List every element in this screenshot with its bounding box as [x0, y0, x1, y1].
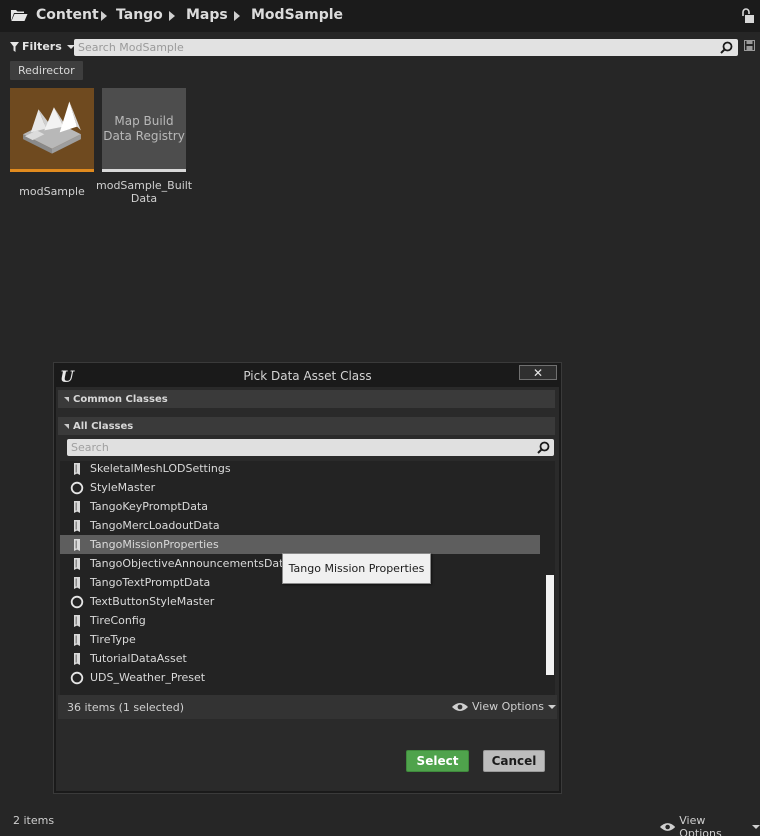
scrollbar-thumb[interactable]	[546, 575, 554, 675]
dialog-view-options-button[interactable]: View Options	[452, 700, 557, 713]
class-list-item[interactable]: TutorialDataAsset	[60, 649, 540, 668]
folder-open-icon[interactable]	[10, 8, 28, 22]
filters-button[interactable]: Filters	[10, 40, 75, 53]
class-list-item[interactable]: SkeletalMeshLODSettings	[60, 461, 540, 478]
dialog-body: Common Classes All Classes UDS_Weather_P…	[56, 387, 559, 791]
class-list-item-label: UDS_Weather_Preset	[90, 671, 206, 684]
class-count: 36 items (1 selected)	[67, 701, 185, 714]
class-list-item[interactable]: TireConfig	[60, 611, 540, 630]
class-list-item[interactable]: StyleMaster	[60, 478, 540, 497]
collapse-arrow-icon	[64, 423, 69, 429]
data-asset-icon	[74, 615, 80, 627]
class-list-item[interactable]: TangoKeyPromptData	[60, 497, 540, 516]
filter-bar: Filters	[0, 32, 760, 60]
cancel-button[interactable]: Cancel	[483, 750, 545, 772]
data-asset-icon	[74, 520, 80, 532]
circle-class-icon	[70, 671, 84, 685]
class-list-item-label: TangoMercLoadoutData	[90, 519, 220, 532]
class-list-item[interactable]: TangoMissionProperties	[60, 535, 540, 554]
breadcrumb-arrow-icon[interactable]	[234, 11, 240, 21]
class-list-item[interactable]: TireType	[60, 630, 540, 649]
all-classes-label: All Classes	[73, 420, 134, 432]
asset-name-modsample-builtdata: modSample_Built Data	[96, 179, 193, 205]
class-list-item-label: SkeletalMeshLODSettings	[90, 462, 231, 475]
dialog-title: Pick Data Asset Class	[243, 369, 372, 383]
data-asset-icon	[74, 558, 80, 570]
lock-icon[interactable]	[741, 8, 755, 24]
class-list-item-label: TangoObjectiveAnnouncementsData	[90, 557, 291, 570]
asset-tile-modsample[interactable]	[10, 88, 94, 172]
eye-icon	[660, 823, 676, 831]
class-search-input[interactable]	[71, 439, 521, 456]
data-asset-icon	[74, 634, 80, 646]
funnel-icon	[10, 41, 19, 52]
search-icon[interactable]	[720, 41, 733, 54]
search-icon[interactable]	[537, 441, 550, 454]
circle-class-icon	[70, 595, 84, 609]
list-footer: 36 items (1 selected) View Options	[58, 695, 557, 719]
view-options-label: View Options	[679, 814, 722, 836]
asset-search-input[interactable]	[78, 39, 708, 56]
common-classes-header[interactable]: Common Classes	[58, 390, 555, 408]
level-map-icon	[23, 101, 81, 154]
chevron-down-icon	[548, 704, 557, 709]
asset-name-modsample: modSample	[19, 185, 85, 198]
view-options-label: View Options	[472, 700, 545, 713]
class-list-item[interactable]: UDS_Weather_Preset	[60, 668, 540, 687]
asset-search-box[interactable]	[74, 39, 738, 56]
eye-icon	[452, 702, 468, 711]
data-asset-icon	[74, 501, 80, 513]
class-list-item-label: TangoMissionProperties	[90, 538, 219, 551]
common-classes-label: Common Classes	[73, 393, 168, 405]
breadcrumb-modsample[interactable]: ModSample	[251, 7, 343, 23]
filter-chip-redirector[interactable]: Redirector	[10, 61, 83, 80]
class-search-box[interactable]	[67, 439, 554, 456]
data-asset-icon	[74, 577, 80, 589]
class-list-item-label: TangoTextPromptData	[90, 576, 211, 589]
class-list-item-label: StyleMaster	[90, 481, 156, 494]
class-list-item[interactable]: TextButtonStyleMaster	[60, 592, 540, 611]
collapse-arrow-icon	[64, 396, 69, 402]
class-list-item-label: TireConfig	[90, 614, 146, 627]
view-options-button[interactable]: View Options	[660, 814, 760, 836]
data-asset-icon	[74, 539, 80, 551]
asset-thumbnail-label: Map Build Data Registry	[103, 114, 185, 143]
class-tooltip: Tango Mission Properties	[282, 553, 431, 584]
save-search-icon[interactable]	[744, 40, 755, 51]
class-list-item-label: TangoKeyPromptData	[90, 500, 208, 513]
data-asset-icon	[74, 463, 80, 475]
dialog-titlebar[interactable]: U Pick Data Asset Class ✕	[54, 363, 561, 387]
filters-label: Filters	[22, 40, 62, 53]
all-classes-header[interactable]: All Classes	[58, 417, 555, 435]
class-list-item-label: TextButtonStyleMaster	[90, 595, 215, 608]
asset-count: 2 items	[13, 814, 55, 827]
breadcrumb-content[interactable]: Content	[36, 7, 99, 23]
breadcrumb-maps[interactable]: Maps	[186, 7, 228, 23]
circle-class-icon	[70, 481, 84, 495]
class-list-item-label: TireType	[90, 633, 136, 646]
asset-tile-modsample-builtdata[interactable]: Map Build Data Registry	[102, 88, 186, 172]
class-list-item-label: TutorialDataAsset	[90, 652, 187, 665]
breadcrumb-arrow-icon[interactable]	[101, 11, 107, 21]
breadcrumb-tango[interactable]: Tango	[116, 7, 163, 23]
chevron-down-icon	[752, 825, 760, 829]
select-button[interactable]: Select	[406, 750, 469, 772]
path-bar: Content Tango Maps ModSample	[0, 0, 760, 32]
data-asset-icon	[74, 653, 80, 665]
breadcrumb-arrow-icon[interactable]	[169, 11, 175, 21]
close-icon: ✕	[532, 365, 544, 380]
class-list-item[interactable]: TangoMercLoadoutData	[60, 516, 540, 535]
close-button[interactable]: ✕	[519, 365, 557, 380]
